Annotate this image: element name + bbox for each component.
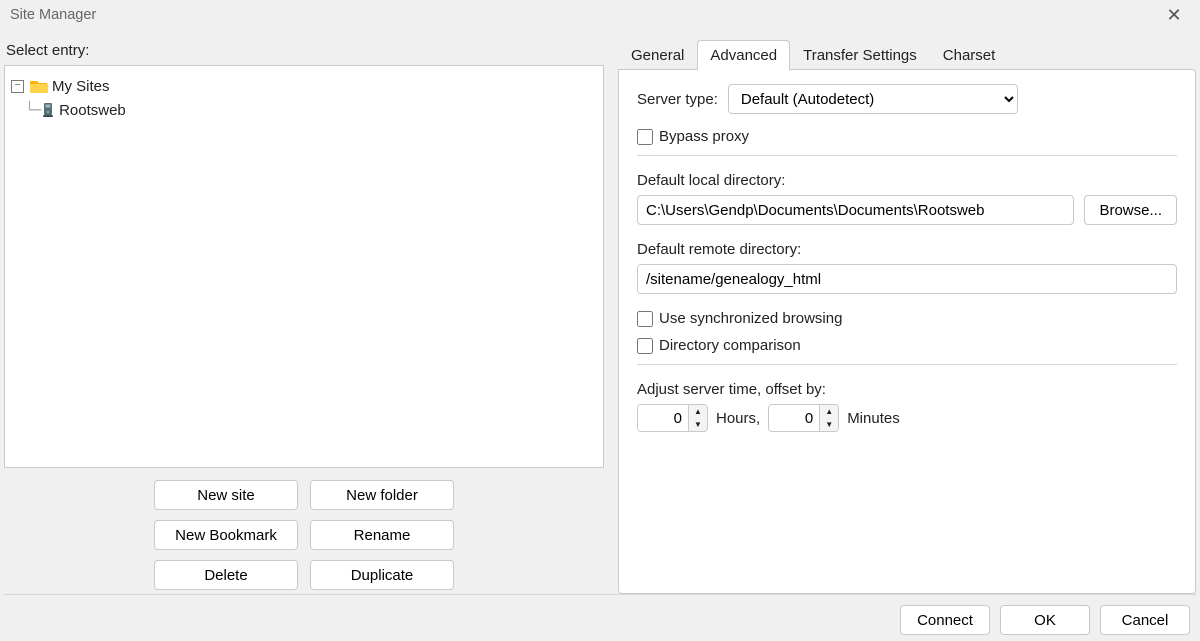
remote-dir-label: Default remote directory: xyxy=(637,241,1177,258)
minutes-input[interactable] xyxy=(769,405,819,431)
new-site-button[interactable]: New site xyxy=(154,480,298,510)
left-panel: Select entry: − My Sites └─ xyxy=(4,30,604,594)
cancel-button[interactable]: Cancel xyxy=(1100,605,1190,635)
hours-spinner[interactable]: ▲ ▼ xyxy=(637,404,708,432)
tree-node-label: My Sites xyxy=(52,78,110,95)
tab-charset[interactable]: Charset xyxy=(930,40,1009,70)
connect-button[interactable]: Connect xyxy=(900,605,990,635)
site-tree[interactable]: − My Sites └─ Rootsweb xyxy=(4,65,604,468)
advanced-panel: Server type: Default (Autodetect) Bypass… xyxy=(618,69,1196,594)
tab-strip: General Advanced Transfer Settings Chars… xyxy=(618,36,1196,70)
collapse-icon[interactable]: − xyxy=(11,80,24,93)
dir-compare-checkbox[interactable] xyxy=(637,338,653,354)
titlebar: Site Manager ✕ xyxy=(0,0,1200,30)
local-dir-input[interactable] xyxy=(637,195,1074,225)
rename-button[interactable]: Rename xyxy=(310,520,454,550)
tab-advanced[interactable]: Advanced xyxy=(697,40,790,70)
site-manager-dialog: Site Manager ✕ Select entry: − My Sites … xyxy=(0,0,1200,641)
ok-button[interactable]: OK xyxy=(1000,605,1090,635)
tree-node-site[interactable]: └─ Rootsweb xyxy=(11,98,597,122)
duplicate-button[interactable]: Duplicate xyxy=(310,560,454,590)
new-bookmark-button[interactable]: New Bookmark xyxy=(154,520,298,550)
offset-label: Adjust server time, offset by: xyxy=(637,381,1177,398)
chevron-up-icon[interactable]: ▲ xyxy=(689,405,707,418)
window-title: Site Manager xyxy=(6,7,1154,23)
client-area: Select entry: − My Sites └─ xyxy=(0,30,1200,641)
tree-node-mysites[interactable]: − My Sites xyxy=(11,74,597,98)
folder-icon xyxy=(30,79,48,93)
dialog-footer: Connect OK Cancel xyxy=(4,594,1196,641)
minutes-spinner[interactable]: ▲ ▼ xyxy=(768,404,839,432)
sync-browsing-label: Use synchronized browsing xyxy=(659,310,842,327)
tab-transfer-settings[interactable]: Transfer Settings xyxy=(790,40,930,70)
server-type-select[interactable]: Default (Autodetect) xyxy=(728,84,1018,114)
right-panel: General Advanced Transfer Settings Chars… xyxy=(618,30,1196,594)
remote-dir-input[interactable] xyxy=(637,264,1177,294)
select-entry-label: Select entry: xyxy=(4,42,604,59)
minutes-label: Minutes xyxy=(847,410,900,427)
local-dir-label: Default local directory: xyxy=(637,172,1177,189)
hours-input[interactable] xyxy=(638,405,688,431)
server-type-label: Server type: xyxy=(637,91,718,108)
tree-node-label: Rootsweb xyxy=(59,102,126,119)
chevron-up-icon[interactable]: ▲ xyxy=(820,405,838,418)
server-icon xyxy=(41,102,55,118)
new-folder-button[interactable]: New folder xyxy=(310,480,454,510)
close-icon[interactable]: ✕ xyxy=(1154,5,1194,26)
tab-general[interactable]: General xyxy=(618,40,697,70)
chevron-down-icon[interactable]: ▼ xyxy=(689,418,707,431)
bypass-proxy-label: Bypass proxy xyxy=(659,128,749,145)
chevron-down-icon[interactable]: ▼ xyxy=(820,418,838,431)
bypass-proxy-row[interactable]: Bypass proxy xyxy=(637,128,1177,145)
hours-label: Hours, xyxy=(716,410,760,427)
dir-compare-row[interactable]: Directory comparison xyxy=(637,337,1177,354)
entry-buttons: New site New folder New Bookmark Rename … xyxy=(4,468,604,594)
browse-button[interactable]: Browse... xyxy=(1084,195,1177,225)
sync-browsing-row[interactable]: Use synchronized browsing xyxy=(637,310,1177,327)
dir-compare-label: Directory comparison xyxy=(659,337,801,354)
delete-button[interactable]: Delete xyxy=(154,560,298,590)
bypass-proxy-checkbox[interactable] xyxy=(637,129,653,145)
sync-browsing-checkbox[interactable] xyxy=(637,311,653,327)
tree-branch-icon: └─ xyxy=(25,101,39,119)
